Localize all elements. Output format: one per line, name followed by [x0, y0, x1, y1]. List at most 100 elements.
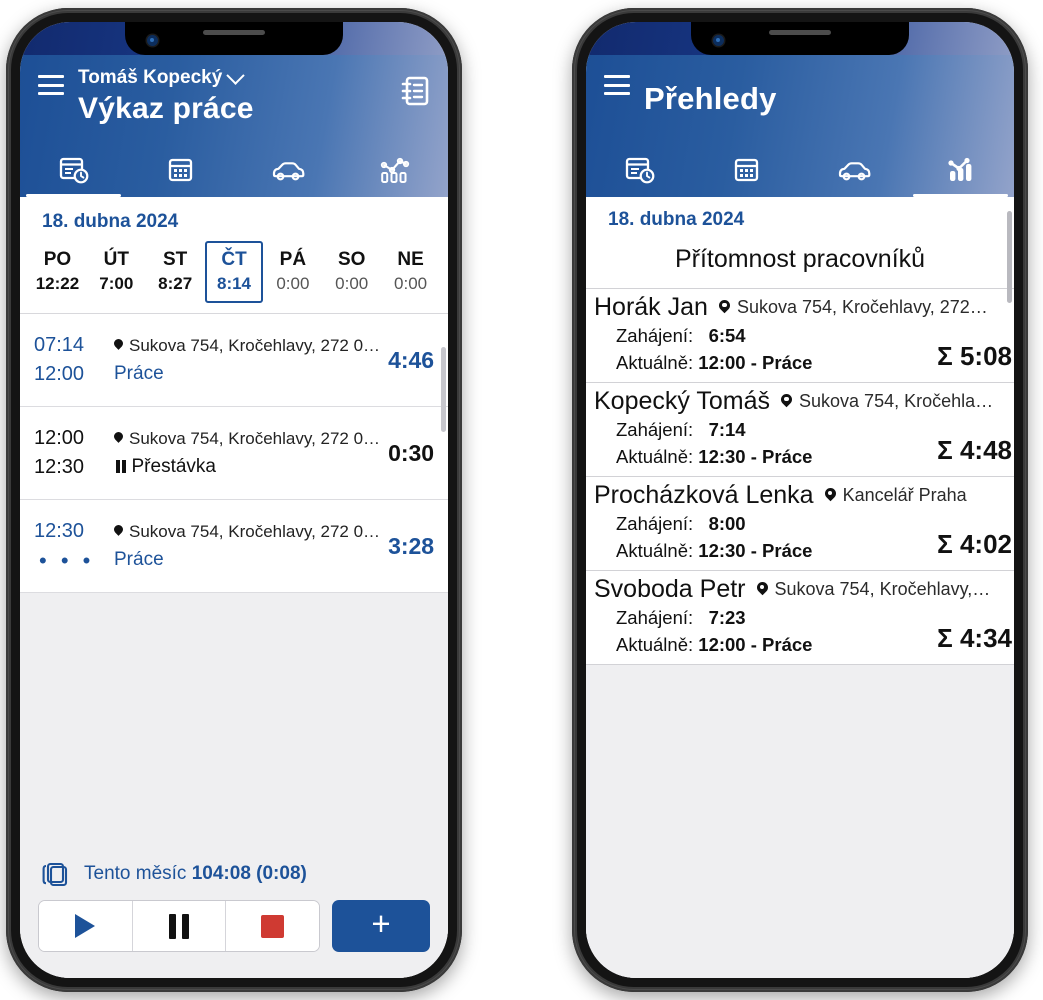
location-pin-icon — [114, 432, 123, 445]
overview-header-scrollbar[interactable] — [1007, 211, 1012, 303]
app-bar-overview: Přehledy — [586, 55, 1014, 197]
tab-reports[interactable] — [907, 143, 1014, 197]
person-location-icon — [756, 582, 769, 597]
tab-calendar[interactable] — [693, 143, 800, 197]
phone-notch — [125, 22, 343, 55]
weekday-label: NE — [397, 249, 424, 270]
employee-name: Horák Jan — [594, 293, 708, 321]
current-label: Aktuálně: — [616, 352, 694, 373]
weekday-po[interactable]: PO 12:22 — [28, 241, 87, 303]
layers-icon — [40, 860, 70, 888]
current-label: Aktuálně: — [616, 634, 694, 655]
tab-timesheet[interactable] — [586, 143, 693, 197]
weekday-ut[interactable]: ÚT 7:00 — [87, 241, 146, 303]
employee-total: Σ 5:08 — [937, 341, 1012, 371]
tab-timesheet[interactable] — [20, 143, 127, 197]
person-location-icon — [780, 394, 793, 409]
location-pin-icon — [114, 525, 123, 538]
hamburger-menu-icon[interactable] — [604, 75, 630, 95]
person-location-icon — [824, 488, 837, 503]
table-row[interactable]: 12:30 • • • Sukova 754, Kročehlavy, 272 … — [20, 500, 448, 593]
employee-location: Sukova 754, Kročehlavy, 272… — [718, 297, 988, 318]
tab-calendar[interactable] — [127, 143, 234, 197]
table-row[interactable]: 07:14 12:00 Sukova 754, Kročehlavy, 272 … — [20, 314, 448, 407]
weekday-scrollbar[interactable] — [441, 347, 446, 432]
current-time: 12:00 — [698, 634, 746, 655]
employee-name: Svoboda Petr — [594, 575, 746, 603]
calendar-icon — [733, 156, 760, 184]
stop-button[interactable] — [226, 901, 319, 951]
weekday-ct-selected[interactable]: ČT 8:14 — [204, 241, 264, 303]
employee-name: Procházková Lenka — [594, 481, 814, 509]
entry-kind: Práce — [114, 549, 164, 570]
employee-location-text: Sukova 754, Kročehla… — [799, 391, 994, 411]
employee-location-text: Sukova 754, Kročehlavy, 272… — [736, 297, 988, 317]
chart-solid-icon — [946, 155, 976, 185]
weekday-pa[interactable]: PÁ 0:00 — [263, 241, 322, 303]
speaker-grille-icon — [203, 30, 265, 35]
speaker-grille-icon — [769, 30, 831, 35]
entry-kind: Přestávka — [131, 456, 216, 477]
playback-controls: + — [20, 900, 448, 978]
weekday-ne[interactable]: NE 0:00 — [381, 241, 440, 303]
weekday-hours: 8:27 — [158, 274, 193, 293]
month-summary[interactable]: Tento měsíc 104:08 (0:08) — [20, 844, 448, 900]
user-name: Tomáš Kopecký — [78, 67, 223, 88]
weekday-label: ČT — [221, 249, 247, 270]
list-item[interactable]: Svoboda Petr Sukova 754, Kročehlavy,… Za… — [586, 571, 1014, 665]
employee-total: Σ 4:48 — [937, 435, 1012, 465]
weekday-strip: PO 12:22 ÚT 7:00 ST 8:27 ČT 8:14 PÁ 0:00… — [20, 241, 448, 313]
entry-kind-row: Práce — [114, 359, 380, 388]
person-location-icon — [718, 300, 731, 315]
app-bar-timesheet: Tomáš Kopecký Výkaz práce — [20, 55, 448, 197]
employee-location-text: Kancelář Praha — [842, 485, 967, 505]
list-item[interactable]: Procházková Lenka Kancelář Praha Zahájen… — [586, 477, 1014, 571]
summary-text: Tento měsíc 104:08 (0:08) — [84, 863, 307, 885]
entry-duration: 3:28 — [388, 532, 435, 559]
list-item[interactable]: Kopecký Tomáš Sukova 754, Kročehla… Zahá… — [586, 383, 1014, 477]
front-camera-icon — [147, 35, 158, 46]
entry-end: 12:00 — [34, 363, 85, 385]
entry-kind-row: Práce — [114, 545, 380, 574]
stop-icon — [261, 914, 285, 938]
employee-location-text: Sukova 754, Kročehlavy,… — [774, 579, 991, 599]
start-value: 8:00 — [708, 513, 746, 534]
summary-label: Tento měsíc — [84, 863, 187, 884]
pause-icon — [116, 460, 126, 473]
pause-button[interactable] — [132, 901, 227, 951]
summary-value: 104:08 (0:08) — [191, 863, 307, 884]
weekday-so[interactable]: SO 0:00 — [322, 241, 381, 303]
entry-address-row: Sukova 754, Kročehlavy, 272 0… — [114, 518, 380, 545]
car-icon — [271, 158, 305, 182]
hamburger-menu-icon[interactable] — [38, 75, 64, 95]
tab-car[interactable] — [800, 143, 907, 197]
tab-car[interactable] — [234, 143, 341, 197]
entry-start: 12:00 — [34, 427, 85, 449]
notebook-icon[interactable] — [400, 75, 430, 107]
employee-current-line: Aktuálně: 12:00 - Práce — [616, 631, 931, 658]
play-button[interactable] — [39, 901, 133, 951]
entry-end: 12:30 — [34, 456, 85, 478]
weekday-st[interactable]: ST 8:27 — [146, 241, 205, 303]
user-selector[interactable]: Tomáš Kopecký — [78, 65, 400, 89]
list-item[interactable]: Horák Jan Sukova 754, Kročehlavy, 272… Z… — [586, 289, 1014, 383]
entry-times: 12:00 12:30 — [34, 424, 108, 482]
phone-left-timesheet: Tomáš Kopecký Výkaz práce 18. dubna 2024… — [6, 8, 462, 992]
current-label: Aktuálně: — [616, 540, 694, 561]
calendar-icon — [167, 156, 194, 184]
weekday-hours: 0:00 — [394, 274, 428, 293]
tab-reports[interactable] — [341, 143, 448, 197]
weekday-hours: 7:00 — [99, 274, 134, 293]
chart-outline-icon — [380, 155, 410, 185]
start-label: Zahájení: — [616, 325, 694, 346]
section-title: Přítomnost pracovníků — [674, 245, 926, 273]
employee-start-line: Zahájení: 7:23 — [616, 604, 931, 631]
current-time: 12:30 — [698, 446, 746, 467]
employee-current-line: Aktuálně: 12:30 - Práce — [616, 537, 931, 564]
overview-header: 18. dubna 2024 Přítomnost pracovníků — [586, 197, 1014, 303]
employee-location: Sukova 754, Kročehlavy,… — [756, 579, 991, 600]
start-value: 6:54 — [708, 325, 746, 346]
add-button[interactable]: + — [332, 900, 430, 952]
table-row[interactable]: 12:00 12:30 Sukova 754, Kročehlavy, 272 … — [20, 407, 448, 500]
content-overview: 18. dubna 2024 Přítomnost pracovníků Hor… — [586, 197, 1014, 978]
